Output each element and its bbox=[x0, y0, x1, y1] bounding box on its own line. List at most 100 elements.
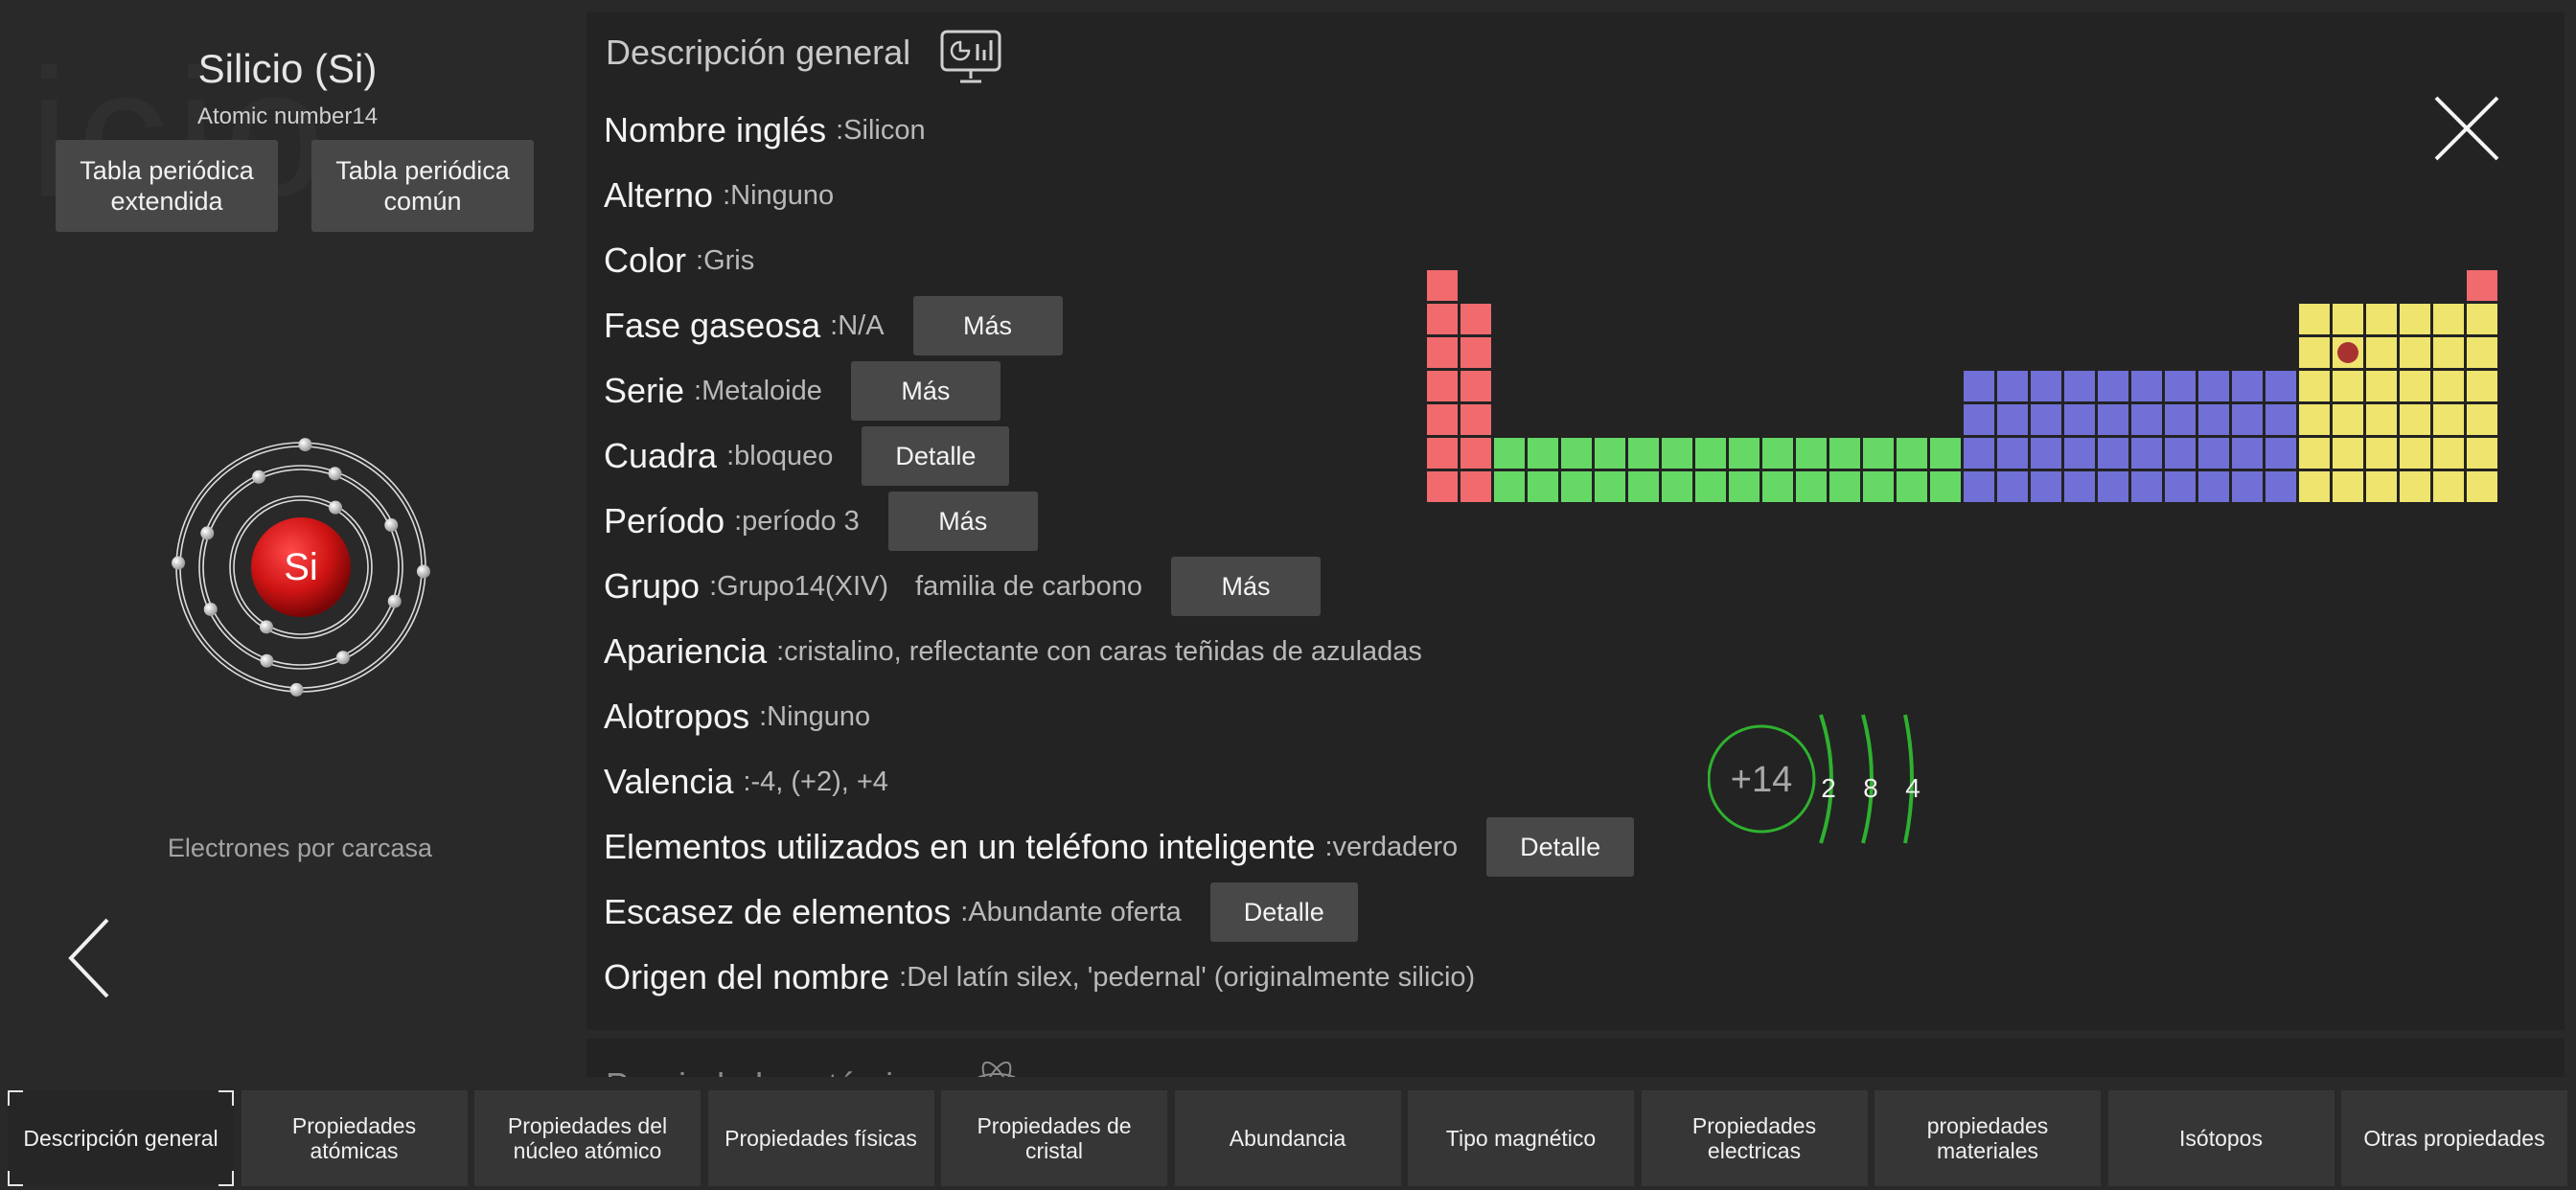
element-cell bbox=[2366, 337, 2397, 368]
property-row: Alotropos:Ninguno bbox=[604, 688, 870, 745]
element-cell bbox=[2366, 438, 2397, 469]
property-key: Cuadra bbox=[604, 436, 718, 475]
common-table-button[interactable]: Tabla periódica común bbox=[311, 140, 534, 232]
property-key: Alotropos bbox=[604, 697, 750, 736]
property-detail-button[interactable]: Más bbox=[887, 492, 1038, 551]
element-cell bbox=[2266, 371, 2296, 401]
selection-corner bbox=[8, 1171, 23, 1186]
element-cell bbox=[2400, 304, 2430, 334]
electron bbox=[328, 467, 342, 481]
element-cell bbox=[2400, 471, 2430, 502]
property-key: Serie bbox=[604, 371, 685, 410]
property-row: Grupo:Grupo14(XIV) familia de carbono Más bbox=[604, 557, 1322, 616]
electron bbox=[335, 651, 350, 665]
element-cell bbox=[2131, 438, 2162, 469]
element-cell bbox=[1662, 471, 1692, 502]
property-key: Grupo bbox=[604, 566, 701, 606]
element-cell bbox=[2333, 371, 2363, 401]
element-cell bbox=[2064, 404, 2095, 435]
element-cell bbox=[1561, 471, 1592, 502]
element-cell bbox=[2266, 404, 2296, 435]
shell-label: Electrones por carcasa bbox=[167, 834, 433, 862]
element-cell bbox=[2266, 471, 2296, 502]
element-cell bbox=[2198, 471, 2229, 502]
element-cell bbox=[2400, 438, 2430, 469]
property-detail-button[interactable]: Detalle bbox=[862, 426, 1010, 486]
bohr-shell-diagram: +14 2 8 4 bbox=[1708, 714, 1920, 844]
property-row: Color:Gris bbox=[604, 232, 754, 289]
element-cell bbox=[1863, 471, 1894, 502]
element-cell bbox=[1997, 438, 2028, 469]
property-row: Valencia:-4, (+2), +4 bbox=[604, 753, 888, 811]
tab-10[interactable]: Otras propiedades bbox=[2341, 1090, 2567, 1186]
element-cell bbox=[2232, 438, 2263, 469]
tab-label: Propiedades electricas bbox=[1691, 1113, 1817, 1163]
tab-7[interactable]: Propiedades electricas bbox=[1641, 1090, 1868, 1186]
electron bbox=[203, 602, 218, 616]
tab-9[interactable]: Isótopos bbox=[2107, 1090, 2334, 1186]
property-row: Cuadra:bloqueo Detalle bbox=[604, 426, 1010, 486]
element-cell bbox=[2366, 371, 2397, 401]
tab-3[interactable]: Propiedades físicas bbox=[707, 1090, 934, 1186]
element-cell bbox=[1762, 471, 1793, 502]
element-cell bbox=[1796, 438, 1827, 469]
property-detail-button[interactable]: Más bbox=[850, 361, 1000, 421]
element-cell bbox=[1930, 471, 1961, 502]
electron bbox=[260, 653, 274, 668]
close-icon[interactable] bbox=[2432, 94, 2501, 163]
property-detail-button[interactable]: Detalle bbox=[1209, 882, 1358, 942]
extended-table-label: Tabla periódica extendida bbox=[80, 156, 254, 216]
selection-corner bbox=[218, 1090, 234, 1106]
element-cell bbox=[2299, 337, 2330, 368]
element-cell bbox=[2433, 337, 2464, 368]
element-cell bbox=[2232, 371, 2263, 401]
element-cell bbox=[2064, 438, 2095, 469]
element-cell bbox=[2467, 438, 2497, 469]
tab-1[interactable]: Propiedades atómicas bbox=[241, 1090, 468, 1186]
tab-label: Descripción general bbox=[23, 1126, 218, 1151]
electron bbox=[289, 682, 304, 697]
element-cell bbox=[2433, 471, 2464, 502]
tab-5[interactable]: Abundancia bbox=[1174, 1090, 1401, 1186]
element-cell bbox=[1427, 371, 1458, 401]
presentation-chart-icon[interactable] bbox=[939, 29, 1002, 86]
element-cell bbox=[1427, 337, 1458, 368]
next-section-title: Propiedades atómicas bbox=[606, 1065, 947, 1077]
element-cell bbox=[2165, 404, 2196, 435]
element-cell bbox=[1427, 304, 1458, 334]
property-row: Apariencia:cristalino, reflectante con c… bbox=[604, 623, 1422, 680]
property-value: :Metaloide bbox=[694, 375, 822, 406]
element-cell bbox=[1863, 438, 1894, 469]
tab-2[interactable]: Propiedades del núcleo atómico bbox=[474, 1090, 701, 1186]
common-table-label: Tabla periódica común bbox=[335, 156, 510, 216]
element-cell bbox=[2098, 471, 2128, 502]
element-cell bbox=[1762, 438, 1793, 469]
tab-4[interactable]: Propiedades de cristal bbox=[941, 1090, 1167, 1186]
property-detail-button[interactable]: Más bbox=[912, 296, 1063, 355]
element-cell bbox=[2165, 438, 2196, 469]
chevron-left-icon[interactable] bbox=[61, 910, 119, 1006]
property-value: :verdadero bbox=[1324, 831, 1459, 862]
tab-8[interactable]: propiedades materiales bbox=[1874, 1090, 2101, 1186]
tab-0[interactable]: Descripción general bbox=[8, 1090, 234, 1186]
electron bbox=[387, 594, 402, 608]
property-key: Origen del nombre bbox=[604, 957, 890, 996]
atomic-properties-card: Propiedades atómicas bbox=[586, 1039, 2564, 1077]
bohr-shell-3: 4 bbox=[1905, 773, 1920, 803]
element-cell bbox=[1964, 438, 1994, 469]
tab-label: propiedades materiales bbox=[1926, 1113, 2049, 1163]
element-cell bbox=[1561, 438, 1592, 469]
bohr-shell-1: 2 bbox=[1821, 773, 1836, 803]
element-symbol: Si bbox=[284, 546, 318, 588]
electron bbox=[260, 620, 273, 634]
property-detail-button[interactable]: Detalle bbox=[1486, 817, 1635, 877]
extended-table-button[interactable]: Tabla periódica extendida bbox=[56, 140, 278, 232]
element-cell bbox=[1695, 471, 1726, 502]
property-detail-button[interactable]: Más bbox=[1171, 557, 1322, 616]
element-cell bbox=[2131, 404, 2162, 435]
element-cell bbox=[1897, 471, 1927, 502]
element-cell bbox=[1528, 471, 1558, 502]
tab-6[interactable]: Tipo magnético bbox=[1408, 1090, 1634, 1186]
property-row: Alterno:Ninguno bbox=[604, 167, 834, 224]
element-cell bbox=[2131, 471, 2162, 502]
